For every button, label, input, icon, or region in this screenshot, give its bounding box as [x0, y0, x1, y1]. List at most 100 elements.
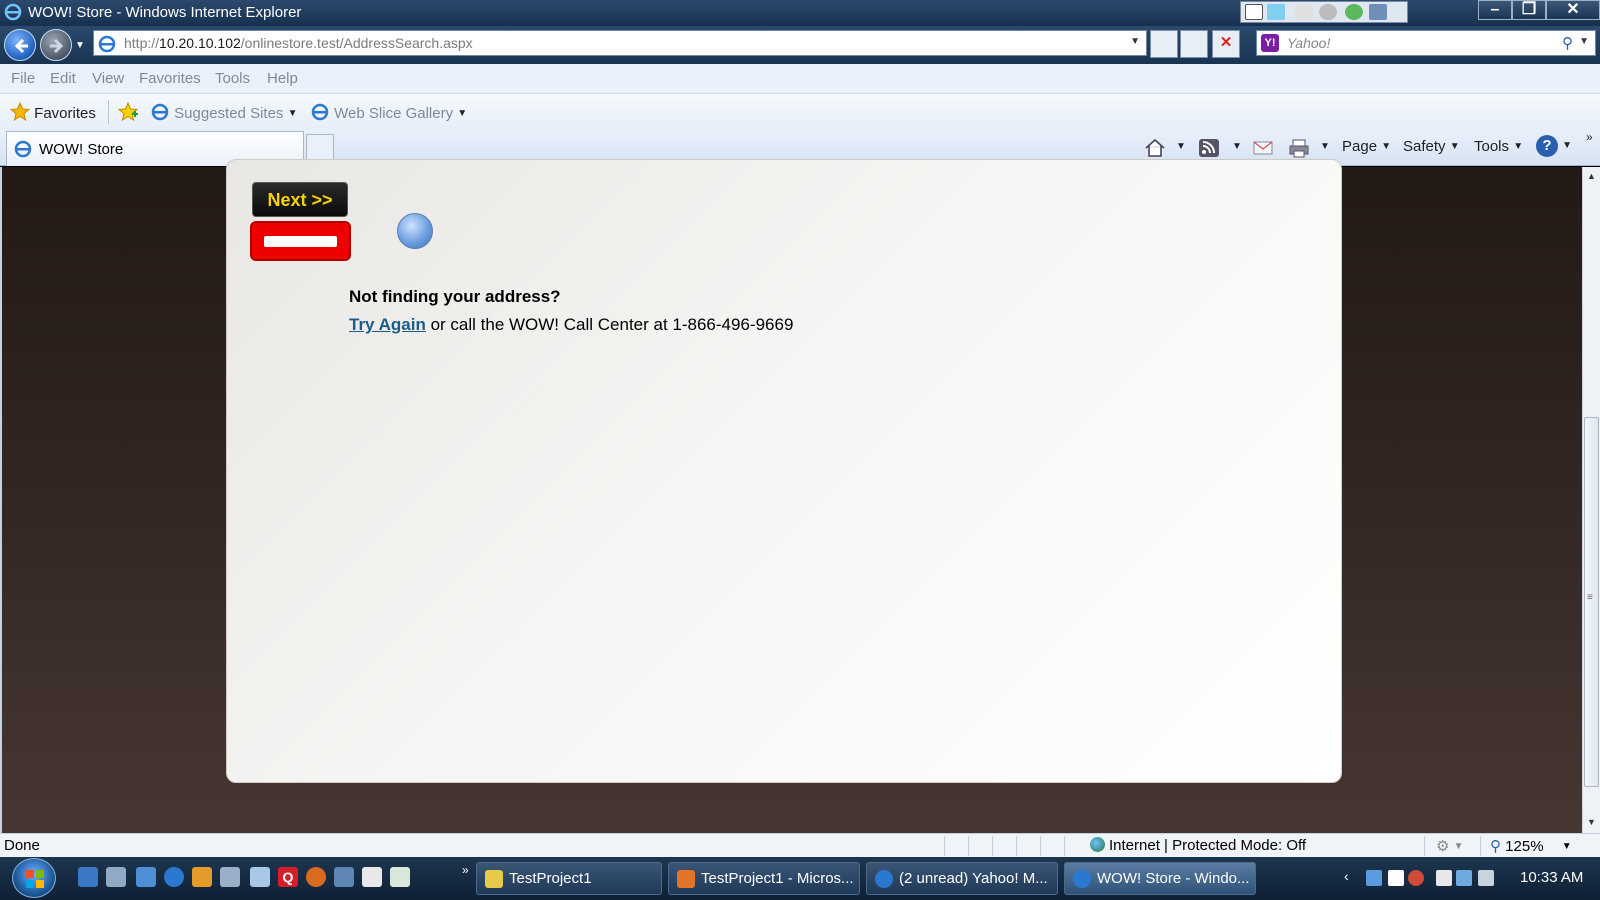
security-zone[interactable]: Internet | Protected Mode: Off — [1090, 837, 1306, 854]
status-bar: Done Internet | Protected Mode: Off ⚙ ▼ … — [0, 833, 1600, 857]
more-commands-icon[interactable]: » — [1586, 130, 1593, 144]
search-dropdown-icon[interactable]: ▼ — [1579, 36, 1589, 47]
scroll-down-icon[interactable]: ▼ — [1587, 817, 1596, 827]
web-slice-gallery-link[interactable]: Web Slice Gallery ▼ — [310, 102, 467, 122]
notes-icon[interactable] — [250, 867, 270, 887]
url-text[interactable]: http://10.20.10.102/onlinestore.test/Add… — [124, 35, 473, 51]
home-icon[interactable] — [1144, 138, 1166, 158]
url-dropdown-icon[interactable]: ▼ — [1130, 36, 1140, 47]
print-icon[interactable] — [1288, 138, 1310, 158]
more-quicklaunch-icon[interactable]: » — [462, 863, 469, 877]
zoom-control[interactable]: ⚲ 125% ▼ — [1490, 837, 1572, 855]
network-icon[interactable] — [1456, 870, 1472, 886]
compatibility-view-button[interactable] — [1150, 30, 1178, 58]
taskbar-item[interactable]: TestProject1 — [476, 862, 662, 895]
taskbar-item[interactable]: (2 unread) Yahoo! M... — [866, 862, 1058, 895]
system-tray: ‹ 10:33 AM — [1344, 862, 1600, 895]
app-icon[interactable] — [306, 867, 326, 887]
search-box[interactable]: Y! Yahoo! ⚲ ▼ — [1256, 30, 1596, 56]
window-icon[interactable] — [390, 867, 410, 887]
tools-menu[interactable]: Tools ▼ — [1474, 138, 1523, 155]
shortcut-icon[interactable] — [1245, 4, 1263, 20]
network-icon[interactable] — [136, 867, 156, 887]
back-button[interactable] — [4, 29, 36, 61]
search-placeholder[interactable]: Yahoo! — [1287, 35, 1330, 51]
history-dropdown-icon[interactable]: ▼ — [75, 40, 85, 51]
page-menu[interactable]: Page ▼ — [1342, 138, 1391, 155]
vertical-scrollbar[interactable]: ▲ ≡ ▼ — [1582, 167, 1600, 833]
menu-favorites[interactable]: Favorites — [139, 70, 201, 87]
close-button[interactable]: ✕ — [1546, 0, 1600, 20]
tools-menu-label: Tools — [1474, 138, 1510, 155]
ie-logo-icon — [4, 3, 22, 21]
tray-app-icon[interactable] — [1436, 870, 1452, 886]
menu-help[interactable]: Help — [267, 70, 298, 87]
pause-icon[interactable] — [1295, 4, 1313, 20]
favorites-label: Favorites — [34, 105, 96, 122]
zoom-icon: ⚲ — [1490, 838, 1501, 855]
document-icon[interactable] — [362, 867, 382, 887]
tools-icon[interactable] — [192, 867, 212, 887]
suggested-sites-link[interactable]: Suggested Sites ▼ — [150, 102, 298, 122]
window-icon[interactable] — [1267, 4, 1285, 20]
search-icon[interactable]: ⚲ — [1562, 34, 1573, 52]
ie-icon — [14, 140, 32, 158]
suggested-sites-label: Suggested Sites — [174, 105, 284, 122]
clock[interactable]: 10:33 AM — [1520, 869, 1583, 886]
minimize-button[interactable]: – — [1478, 0, 1512, 20]
chevron-down-icon: ▼ — [457, 108, 468, 119]
settings-icon[interactable] — [1369, 4, 1387, 20]
chevron-down-icon[interactable]: ▼ — [1176, 138, 1186, 155]
menu-tools[interactable]: Tools — [215, 70, 250, 87]
menu-edit[interactable]: Edit — [50, 70, 76, 87]
ie-icon[interactable] — [164, 867, 184, 887]
add-favorite-icon — [118, 102, 138, 122]
chevron-down-icon[interactable]: ▼ — [1232, 138, 1242, 155]
forward-button[interactable] — [40, 29, 72, 61]
chevron-down-icon[interactable]: ▼ — [1320, 138, 1330, 155]
menu-file[interactable]: File — [11, 70, 35, 87]
show-desktop-icon[interactable] — [78, 867, 98, 887]
chevron-down-icon: ▼ — [1381, 141, 1392, 152]
scroll-up-icon[interactable]: ▲ — [1587, 171, 1596, 181]
add-to-favorites-button[interactable] — [118, 102, 138, 122]
divider — [1016, 836, 1017, 856]
record-icon[interactable] — [1319, 4, 1337, 20]
taskbar-item-label: TestProject1 - Micros... — [701, 870, 854, 887]
mail-icon[interactable] — [1252, 138, 1274, 158]
quicktest-icon[interactable]: Q — [278, 867, 298, 887]
chevron-left-icon[interactable]: ‹ — [1344, 868, 1349, 884]
try-again-link[interactable]: Try Again — [349, 315, 426, 334]
scissors-icon[interactable] — [220, 867, 240, 887]
favorites-button[interactable]: Favorites — [10, 102, 96, 122]
tray-app-icon[interactable] — [1408, 870, 1424, 886]
safety-menu[interactable]: Safety ▼ — [1403, 138, 1460, 155]
menu-view[interactable]: View — [92, 70, 124, 87]
help-button[interactable]: ? ▼ — [1536, 135, 1572, 157]
taskbar-item[interactable]: TestProject1 - Micros... — [668, 862, 860, 895]
chevron-down-icon: ▼ — [1562, 140, 1573, 151]
start-button[interactable] — [12, 858, 56, 898]
rss-feed-icon[interactable] — [1198, 138, 1220, 158]
volume-icon[interactable] — [1478, 870, 1494, 886]
next-button[interactable]: Next >> — [252, 182, 348, 217]
restore-button[interactable]: ❐ — [1512, 0, 1546, 20]
tray-app-icon[interactable] — [1366, 870, 1382, 886]
yahoo-logo-icon: Y! — [1261, 34, 1279, 52]
refresh-button[interactable] — [1180, 30, 1208, 58]
stop-button[interactable]: ✕ — [1212, 30, 1240, 58]
button-bar — [264, 236, 337, 247]
divider — [944, 836, 945, 856]
refresh-icon[interactable] — [1345, 4, 1363, 20]
taskbar-item[interactable]: WOW! Store - Windo... — [1064, 862, 1256, 895]
divider — [992, 836, 993, 856]
explorer-icon[interactable] — [106, 867, 126, 887]
divider — [1064, 836, 1065, 856]
tray-app-icon[interactable] — [1388, 870, 1404, 886]
folder-icon — [485, 870, 503, 888]
address-bar[interactable]: http://10.20.10.102/onlinestore.test/Add… — [93, 30, 1147, 56]
popup-blocker-icon[interactable]: ⚙ ▼ — [1436, 837, 1464, 855]
app-icon[interactable] — [334, 867, 354, 887]
red-button[interactable] — [250, 221, 351, 261]
back-arrow-icon — [14, 38, 28, 54]
